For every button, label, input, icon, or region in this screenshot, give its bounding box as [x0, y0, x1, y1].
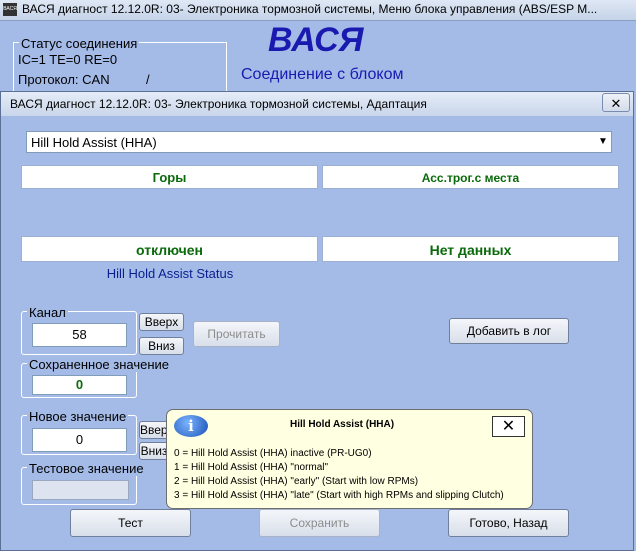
chevron-down-icon[interactable]: ▼	[598, 136, 608, 147]
selected-channel-value: Hill Hold Assist (HHA)	[31, 135, 157, 150]
new-value-down-button[interactable]: Вниз	[139, 442, 169, 460]
dialog-close-button[interactable]: ✕	[602, 93, 630, 112]
save-button[interactable]: Сохранить	[259, 509, 380, 537]
header-left-field: Горы	[21, 165, 318, 189]
channel-label: Канал	[27, 305, 68, 320]
tooltip-line: 0 = Hill Hold Assist (HHA) inactive (PR-…	[174, 448, 372, 459]
app-icon: ВАСЯ	[3, 3, 17, 16]
tooltip-title: Hill Hold Assist (HHA)	[290, 419, 395, 430]
tooltip-line: 1 = Hill Hold Assist (HHA) "normal"	[174, 462, 329, 473]
protocol-label: Протокол: CAN	[18, 72, 110, 87]
tooltip-line: 3 = Hill Hold Assist (HHA) "late" (Start…	[174, 490, 504, 501]
tooltip-line: 2 = Hill Hold Assist (HHA) "early" (Star…	[174, 476, 419, 487]
new-value-input[interactable]: 0	[32, 428, 127, 452]
read-button[interactable]: Прочитать	[193, 321, 280, 347]
add-to-log-button[interactable]: Добавить в лог	[449, 318, 569, 344]
saved-value-label: Сохраненное значение	[27, 357, 172, 372]
main-window-title: ВАСЯ диагност 12.12.0R: 03- Электроника …	[22, 2, 598, 16]
connection-status-label: Статус соединения	[19, 36, 140, 51]
channel-input[interactable]: 58	[32, 323, 127, 347]
new-value-up-button[interactable]: Вверх	[139, 421, 169, 439]
tooltip-close-button[interactable]: ✕	[492, 416, 525, 437]
value-left-field: отключен	[21, 236, 318, 262]
channel-down-button[interactable]: Вниз	[139, 337, 184, 355]
saved-value-field: 0	[32, 375, 127, 395]
test-value-input	[32, 480, 129, 500]
channel-up-button[interactable]: Вверх	[139, 313, 184, 331]
done-back-button[interactable]: Готово, Назад	[448, 509, 569, 537]
header-right-field: Асс.трог.с места	[322, 165, 619, 189]
test-button[interactable]: Тест	[70, 509, 191, 537]
info-icon: i	[174, 415, 208, 437]
activity-indicator: /	[146, 72, 150, 87]
dialog-title: ВАСЯ диагност 12.12.0R: 03- Электроника …	[10, 97, 427, 111]
value-right-field: Нет данных	[322, 236, 619, 262]
connection-counters: IC=1 TE=0 RE=0	[18, 52, 118, 67]
new-value-label: Новое значение	[27, 409, 129, 424]
status-caption: Hill Hold Assist Status	[106, 266, 234, 281]
brand-logo-text: ВАСЯ	[268, 21, 364, 59]
test-value-label: Тестовое значение	[27, 461, 146, 476]
connection-text: Соединение с блоком	[241, 66, 404, 83]
